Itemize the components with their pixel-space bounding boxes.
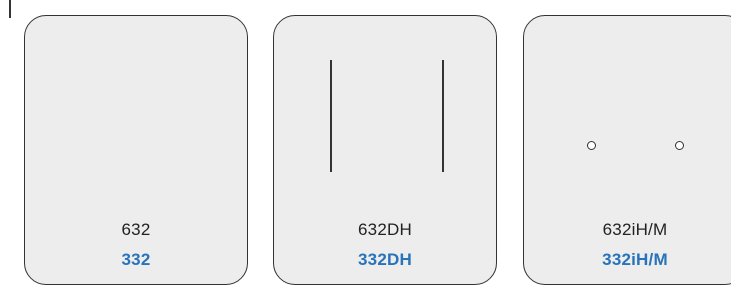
- variant-label: 332DH: [358, 250, 412, 269]
- circle-icon-left: [587, 141, 596, 150]
- variant-label: 332iH/M: [602, 250, 668, 269]
- vertical-line-left: [330, 60, 332, 172]
- model-label: 632: [121, 220, 151, 239]
- product-card-632ihm[interactable]: 632iH/M 332iH/M: [523, 15, 731, 285]
- vertical-line-right: [442, 60, 444, 172]
- left-edge-mark: [9, 0, 11, 18]
- product-card-632[interactable]: 632 332: [24, 15, 248, 285]
- circle-icon-right: [675, 141, 684, 150]
- model-label: 632iH/M: [602, 220, 668, 239]
- variant-label: 332: [121, 250, 151, 269]
- model-label: 632DH: [358, 220, 412, 239]
- product-card-632dh[interactable]: 632DH 332DH: [273, 15, 497, 285]
